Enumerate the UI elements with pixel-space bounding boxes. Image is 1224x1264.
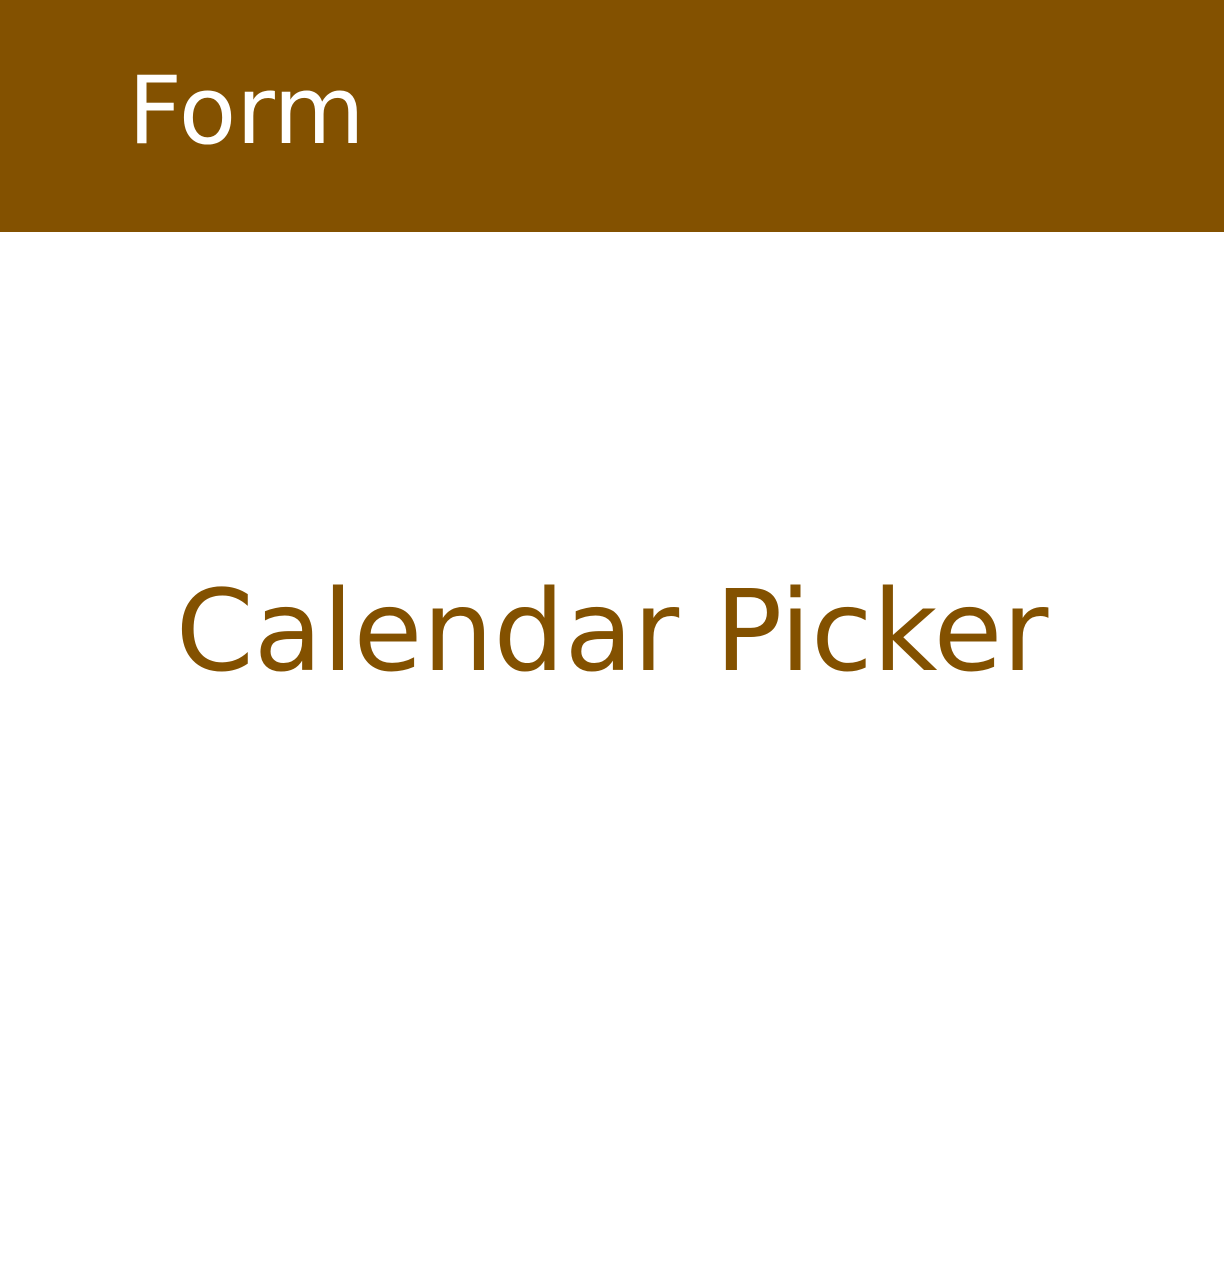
- calendar-picker-title: Calendar Picker: [175, 567, 1049, 697]
- app-header: Form: [0, 0, 1224, 232]
- main-content: Calendar Picker: [0, 232, 1224, 1264]
- page: Form Calendar Picker: [0, 0, 1224, 1264]
- header-title: Form: [128, 57, 365, 166]
